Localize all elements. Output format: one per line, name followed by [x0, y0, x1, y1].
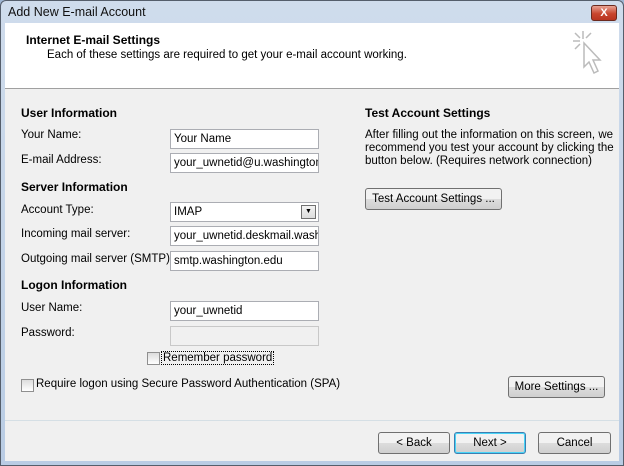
password-label: Password: [21, 327, 75, 339]
user-info-heading: User Information [21, 106, 118, 120]
account-type-value: IMAP [174, 206, 203, 218]
page-title: Internet E-mail Settings [26, 33, 161, 47]
username-label: User Name: [21, 302, 83, 314]
dialog-body: Internet E-mail Settings Each of these s… [5, 23, 619, 461]
email-input[interactable]: your_uwnetid@u.washington.edu [170, 153, 319, 173]
more-settings-button[interactable]: More Settings ... [508, 376, 605, 398]
dialog-window: Add New E-mail Account X Internet E-mail… [0, 0, 624, 466]
test-settings-heading: Test Account Settings [365, 106, 491, 120]
account-type-select[interactable]: IMAP ▼ [170, 202, 319, 222]
spa-checkbox[interactable] [21, 379, 34, 392]
next-button[interactable]: Next > [454, 432, 526, 454]
wizard-header: Internet E-mail Settings Each of these s… [5, 23, 619, 89]
outgoing-server-input[interactable]: smtp.washington.edu [170, 251, 319, 271]
back-button[interactable]: < Back [378, 432, 450, 454]
server-info-heading: Server Information [21, 180, 128, 194]
password-input[interactable] [170, 326, 319, 346]
incoming-server-input[interactable]: your_uwnetid.deskmail.washington.edu [170, 226, 319, 246]
wizard-cursor-icon [573, 31, 602, 75]
email-label: E-mail Address: [21, 154, 102, 166]
logon-info-heading: Logon Information [21, 278, 127, 292]
account-type-label: Account Type: [21, 204, 94, 216]
window-title: Add New E-mail Account [8, 5, 146, 19]
remember-password-label[interactable]: Remember password [161, 351, 275, 365]
incoming-server-label: Incoming mail server: [21, 228, 131, 240]
close-button[interactable]: X [591, 5, 617, 21]
spa-label[interactable]: Require logon using Secure Password Auth… [36, 378, 340, 390]
divider [5, 420, 619, 421]
remember-password-checkbox[interactable] [147, 352, 160, 365]
test-settings-description: After filling out the information on thi… [365, 129, 614, 167]
outgoing-server-label: Outgoing mail server (SMTP): [21, 253, 174, 265]
your-name-input[interactable]: Your Name [170, 129, 319, 149]
cancel-button[interactable]: Cancel [538, 432, 611, 454]
test-account-settings-button[interactable]: Test Account Settings ... [365, 188, 502, 210]
your-name-label: Your Name: [21, 129, 82, 141]
chevron-down-icon[interactable]: ▼ [301, 205, 316, 219]
username-input[interactable]: your_uwnetid [170, 301, 319, 321]
page-subtitle: Each of these settings are required to g… [47, 49, 407, 61]
